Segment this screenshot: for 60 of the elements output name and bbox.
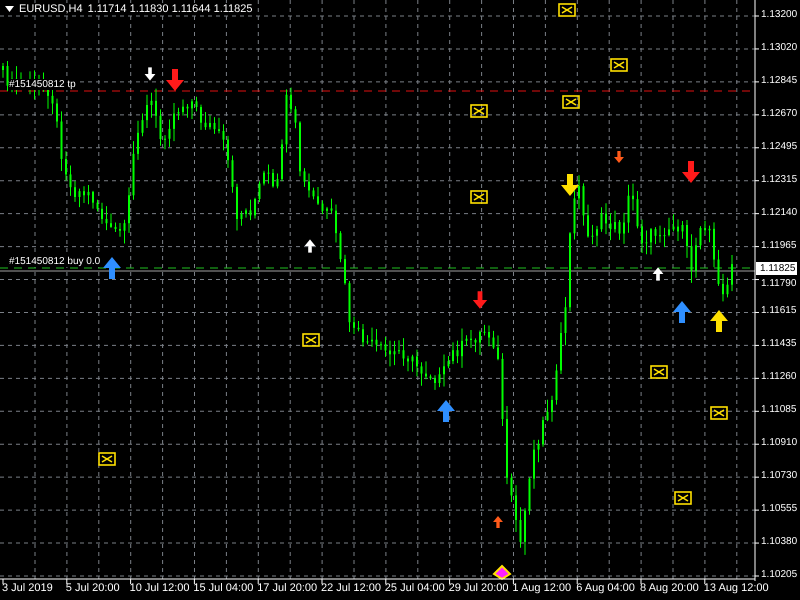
price-axis-label: 1.12845 xyxy=(761,74,798,86)
price-axis-label: 1.12670 xyxy=(761,108,798,119)
price-axis-label: 1.13020 xyxy=(761,42,798,53)
price-axis-label: 1.13200 xyxy=(761,9,798,20)
down-arrow-icon xyxy=(166,69,184,91)
time-axis-label: 5 Jul 20:00 xyxy=(66,582,120,594)
down-arrow-icon xyxy=(682,161,700,183)
time-axis-label: 25 Jul 04:00 xyxy=(384,582,445,594)
crossed-box-icon xyxy=(562,95,580,109)
dropdown-triangle-icon[interactable] xyxy=(5,6,14,12)
ohlc-values: 1.11714 1.11830 1.11644 1.11825 xyxy=(88,3,253,15)
price-axis-label: 1.12140 xyxy=(761,206,798,218)
time-axis-label: 1 Aug 12:00 xyxy=(512,582,572,594)
price-axis-label: 1.10380 xyxy=(761,536,798,548)
price-axis-label: 1.11260 xyxy=(761,371,796,382)
time-axis-label: 29 Jul 20:00 xyxy=(448,582,509,594)
crossed-box-icon xyxy=(558,3,576,17)
up-arrow-icon xyxy=(673,301,691,323)
down-arrow-icon xyxy=(561,174,579,196)
price-axis-label: 1.11615 xyxy=(761,305,796,316)
order-label: #151450812 tp xyxy=(9,79,76,90)
symbol-timeframe: EURUSD,H4 xyxy=(19,3,83,15)
order-label: #151450812 buy 0.0 xyxy=(9,256,100,267)
price-axis-label: 1.11790 xyxy=(761,278,796,289)
time-axis-label: 13 Aug 12:00 xyxy=(704,582,769,594)
crossed-box-icon xyxy=(470,104,488,118)
time-axis-label: 10 Jul 12:00 xyxy=(130,582,190,594)
diamond-icon xyxy=(492,564,512,580)
up-arrow-icon xyxy=(493,516,503,528)
time-axis-label: 8 Aug 20:00 xyxy=(640,582,699,594)
time-axis-label: 17 Jul 20:00 xyxy=(257,582,318,594)
time-axis-label: 3 Jul 2019 xyxy=(2,582,53,594)
down-arrow-icon xyxy=(472,291,488,309)
up-arrow-icon xyxy=(304,239,316,253)
current-price-label: 1.11825 xyxy=(756,262,798,275)
price-axis-label: 1.11085 xyxy=(761,404,796,416)
price-axis-label: 1.10205 xyxy=(761,569,798,580)
crossed-box-icon xyxy=(650,365,668,379)
crossed-box-icon xyxy=(302,333,320,347)
price-axis-label: 1.12495 xyxy=(761,140,798,152)
up-arrow-icon xyxy=(710,310,728,332)
crossed-box-icon xyxy=(610,58,628,72)
up-arrow-icon xyxy=(103,257,121,279)
time-axis-label: 15 Jul 04:00 xyxy=(193,582,254,594)
price-axis-label: 1.10910 xyxy=(761,437,798,448)
down-arrow-icon xyxy=(614,150,624,164)
price-axis-label: 1.11435 xyxy=(761,338,796,350)
up-arrow-icon xyxy=(652,267,664,281)
crossed-box-icon xyxy=(674,491,692,505)
time-axis-label: 6 Aug 04:00 xyxy=(576,582,635,594)
price-axis-label: 1.10730 xyxy=(761,470,798,482)
down-arrow-icon xyxy=(144,67,156,81)
crossed-box-icon xyxy=(98,452,116,466)
time-axis-label: 22 Jul 12:00 xyxy=(321,582,381,594)
up-arrow-icon xyxy=(437,400,455,422)
price-axis-label: 1.11965 xyxy=(761,240,796,251)
price-axis-label: 1.10555 xyxy=(761,503,798,514)
crossed-box-icon xyxy=(470,190,488,204)
crossed-box-icon xyxy=(710,406,728,420)
price-axis-label: 1.12315 xyxy=(761,174,798,185)
